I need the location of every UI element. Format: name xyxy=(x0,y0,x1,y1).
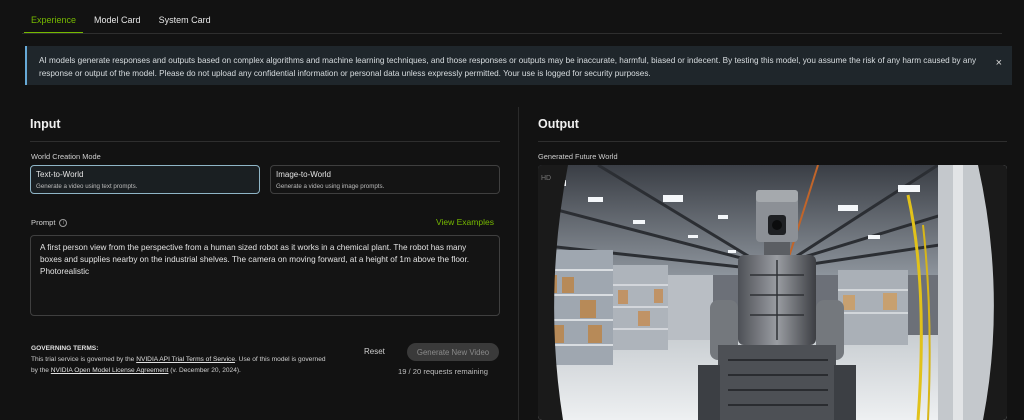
mode-title: Text-to-World xyxy=(36,170,84,179)
requests-remaining: 19 / 20 requests remaining xyxy=(398,367,488,376)
prompt-label: Prompt xyxy=(31,218,56,227)
tab-system-card[interactable]: System Card xyxy=(150,15,220,34)
generated-future-world-label: Generated Future World xyxy=(538,152,618,161)
license-agreement-link[interactable]: NVIDIA Open Model License Agreement xyxy=(51,367,169,374)
mode-title: Image-to-World xyxy=(276,170,331,179)
close-icon[interactable]: × xyxy=(996,57,1002,70)
panel-divider xyxy=(518,107,519,420)
mode-text-to-world[interactable]: Text-to-World Generate a video using tex… xyxy=(30,165,260,194)
world-creation-mode-label: World Creation Mode xyxy=(31,152,101,161)
mode-description: Generate a video using text prompts. xyxy=(36,183,138,190)
tab-experience[interactable]: Experience xyxy=(22,15,85,34)
output-divider xyxy=(538,141,1007,142)
disclaimer-banner: AI models generate responses and outputs… xyxy=(25,46,1012,85)
view-examples-link[interactable]: View Examples xyxy=(436,217,494,227)
prompt-input[interactable]: A first person view from the perspective… xyxy=(30,235,500,316)
governing-terms-title: GOVERNING TERMS: xyxy=(31,345,99,352)
trial-terms-link[interactable]: NVIDIA API Trial Terms of Service xyxy=(136,356,235,363)
tab-divider xyxy=(22,33,1002,34)
mode-description: Generate a video using image prompts. xyxy=(276,183,385,190)
input-title: Input xyxy=(30,117,61,131)
input-divider xyxy=(30,141,500,142)
tab-bar: Experience Model Card System Card xyxy=(22,0,220,34)
disclaimer-text: AI models generate responses and outputs… xyxy=(39,56,977,78)
generate-video-button[interactable]: Generate New Video xyxy=(407,343,499,361)
mode-image-to-world[interactable]: Image-to-World Generate a video using im… xyxy=(270,165,500,194)
reset-button[interactable]: Reset xyxy=(364,347,385,356)
info-icon[interactable]: i xyxy=(59,218,68,227)
governing-terms-text: This trial service is governed by the NV… xyxy=(31,354,331,376)
generated-video[interactable] xyxy=(538,165,1007,420)
governing-text-part: This trial service is governed by the xyxy=(31,356,137,363)
tab-model-card[interactable]: Model Card xyxy=(85,15,150,34)
output-title: Output xyxy=(538,117,579,131)
governing-text-part: (v. December 20, 2024). xyxy=(168,367,241,374)
hd-badge: HD xyxy=(541,175,552,182)
prompt-label-row: Prompt i xyxy=(31,218,68,227)
video-frame-illustration xyxy=(538,165,1007,420)
